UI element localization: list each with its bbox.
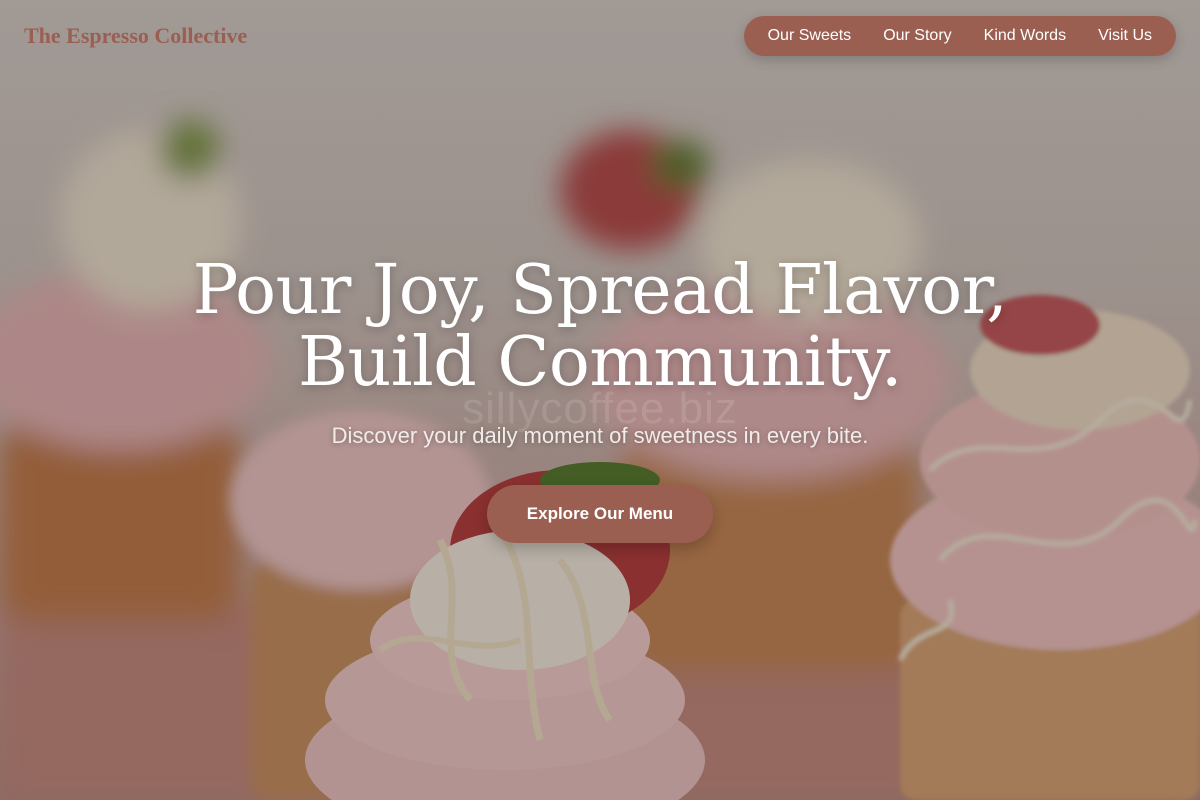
nav-link-our-sweets[interactable]: Our Sweets bbox=[752, 16, 868, 56]
nav-link-visit-us[interactable]: Visit Us bbox=[1082, 16, 1168, 56]
nav-link-our-story[interactable]: Our Story bbox=[867, 16, 967, 56]
site-header: The Espresso Collective Our Sweets Our S… bbox=[0, 0, 1200, 72]
explore-menu-button[interactable]: Explore Our Menu bbox=[486, 485, 714, 543]
hero-headline-line-2: Build Community. bbox=[298, 323, 903, 402]
main-nav: Our Sweets Our Story Kind Words Visit Us bbox=[743, 16, 1176, 56]
nav-link-kind-words[interactable]: Kind Words bbox=[968, 16, 1082, 56]
hero-subheadline: Discover your daily moment of sweetness … bbox=[331, 423, 869, 448]
hero-section: Pour Joy, Spread Flavor, Build Community… bbox=[0, 255, 1200, 543]
hero-headline-line-1: Pour Joy, Spread Flavor, bbox=[192, 251, 1008, 330]
brand-logo[interactable]: The Espresso Collective bbox=[24, 23, 247, 49]
hero-headline: Pour Joy, Spread Flavor, Build Community… bbox=[0, 255, 1200, 399]
